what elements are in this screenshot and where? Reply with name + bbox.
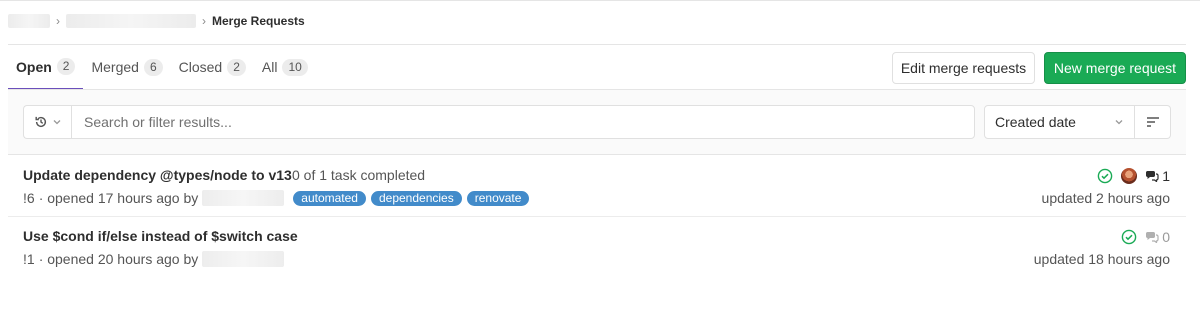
filter-bar: Created date bbox=[8, 90, 1186, 155]
breadcrumb-group-redacted[interactable] bbox=[8, 14, 50, 28]
tab-label: Closed bbox=[178, 59, 223, 75]
tab-label: All bbox=[261, 59, 278, 75]
mr-reference: !6 bbox=[23, 190, 35, 206]
mr-status-icons: 0 bbox=[1121, 229, 1170, 245]
sort-direction-button[interactable] bbox=[1135, 105, 1171, 139]
label-badge[interactable]: dependencies bbox=[370, 190, 462, 206]
task-status: 0 of 1 task completed bbox=[292, 167, 426, 183]
new-merge-request-button[interactable]: New merge request bbox=[1044, 52, 1186, 84]
breadcrumb: › › Merge Requests bbox=[8, 11, 305, 31]
breadcrumb-separator: › bbox=[56, 14, 60, 28]
tab-open[interactable]: Open 2 bbox=[8, 45, 84, 90]
state-tabs: Open 2 Merged 6 Closed 2 All 10 bbox=[8, 45, 316, 90]
chevron-down-icon bbox=[53, 120, 60, 125]
mr-opened-text: · opened 17 hours ago by bbox=[38, 190, 199, 206]
search-input[interactable] bbox=[71, 105, 975, 139]
label-badge[interactable]: renovate bbox=[466, 190, 530, 206]
mr-title-link[interactable]: Update dependency @types/node to v13 bbox=[23, 167, 292, 183]
tab-count-badge: 2 bbox=[56, 58, 76, 75]
tab-all[interactable]: All 10 bbox=[254, 45, 316, 89]
tab-merged[interactable]: Merged 6 bbox=[83, 45, 170, 89]
updated-time: updated 18 hours ago bbox=[1033, 251, 1170, 267]
sort-lines-icon bbox=[1146, 117, 1159, 127]
mr-meta: !1 · opened 20 hours ago by bbox=[23, 251, 285, 267]
mr-reference: !1 bbox=[23, 251, 35, 267]
breadcrumb-project-redacted[interactable] bbox=[66, 14, 196, 28]
mr-opened-text: · opened 20 hours ago by bbox=[38, 251, 199, 267]
avatar[interactable] bbox=[1121, 168, 1138, 184]
recent-searches-dropdown[interactable] bbox=[23, 105, 71, 139]
history-icon bbox=[34, 116, 46, 128]
author-link-redacted[interactable] bbox=[202, 251, 285, 267]
comment-icon bbox=[1146, 232, 1159, 243]
tab-count-badge: 6 bbox=[143, 58, 163, 76]
label-badge[interactable]: automated bbox=[293, 190, 366, 206]
breadcrumb-current[interactable]: Merge Requests bbox=[212, 14, 305, 28]
tab-count-badge: 2 bbox=[227, 58, 246, 76]
pipeline-success-icon[interactable] bbox=[1121, 229, 1137, 245]
tab-label: Open bbox=[16, 58, 52, 75]
tab-closed[interactable]: Closed 2 bbox=[171, 45, 254, 89]
mr-status-icons: 1 bbox=[1097, 168, 1170, 184]
comments-count-value: 1 bbox=[1162, 168, 1170, 184]
updated-time: updated 2 hours ago bbox=[1041, 190, 1170, 206]
list-item: Use $cond if/else instead of $switch cas… bbox=[8, 217, 1186, 278]
breadcrumb-separator: › bbox=[202, 14, 206, 28]
tab-count-badge: 10 bbox=[282, 58, 308, 76]
edit-merge-requests-button[interactable]: Edit merge requests bbox=[892, 52, 1035, 84]
author-link-redacted[interactable] bbox=[202, 190, 285, 206]
comments-count[interactable]: 0 bbox=[1145, 229, 1170, 245]
comments-count[interactable]: 1 bbox=[1145, 168, 1170, 184]
tab-label: Merged bbox=[91, 59, 139, 75]
mr-title-link[interactable]: Use $cond if/else instead of $switch cas… bbox=[23, 228, 298, 244]
sort-label: Created date bbox=[995, 114, 1076, 130]
top-border bbox=[0, 0, 1200, 1]
sort-dropdown[interactable]: Created date bbox=[984, 105, 1135, 139]
labels: automated dependencies renovate bbox=[288, 190, 530, 206]
chevron-down-icon bbox=[1115, 120, 1123, 125]
comments-count-value: 0 bbox=[1162, 229, 1170, 245]
comment-icon bbox=[1146, 171, 1159, 182]
mr-meta: !6 · opened 17 hours ago by automated de… bbox=[23, 190, 530, 206]
pipeline-success-icon[interactable] bbox=[1097, 168, 1113, 184]
list-item: Update dependency @types/node to v13 0 o… bbox=[8, 156, 1186, 217]
